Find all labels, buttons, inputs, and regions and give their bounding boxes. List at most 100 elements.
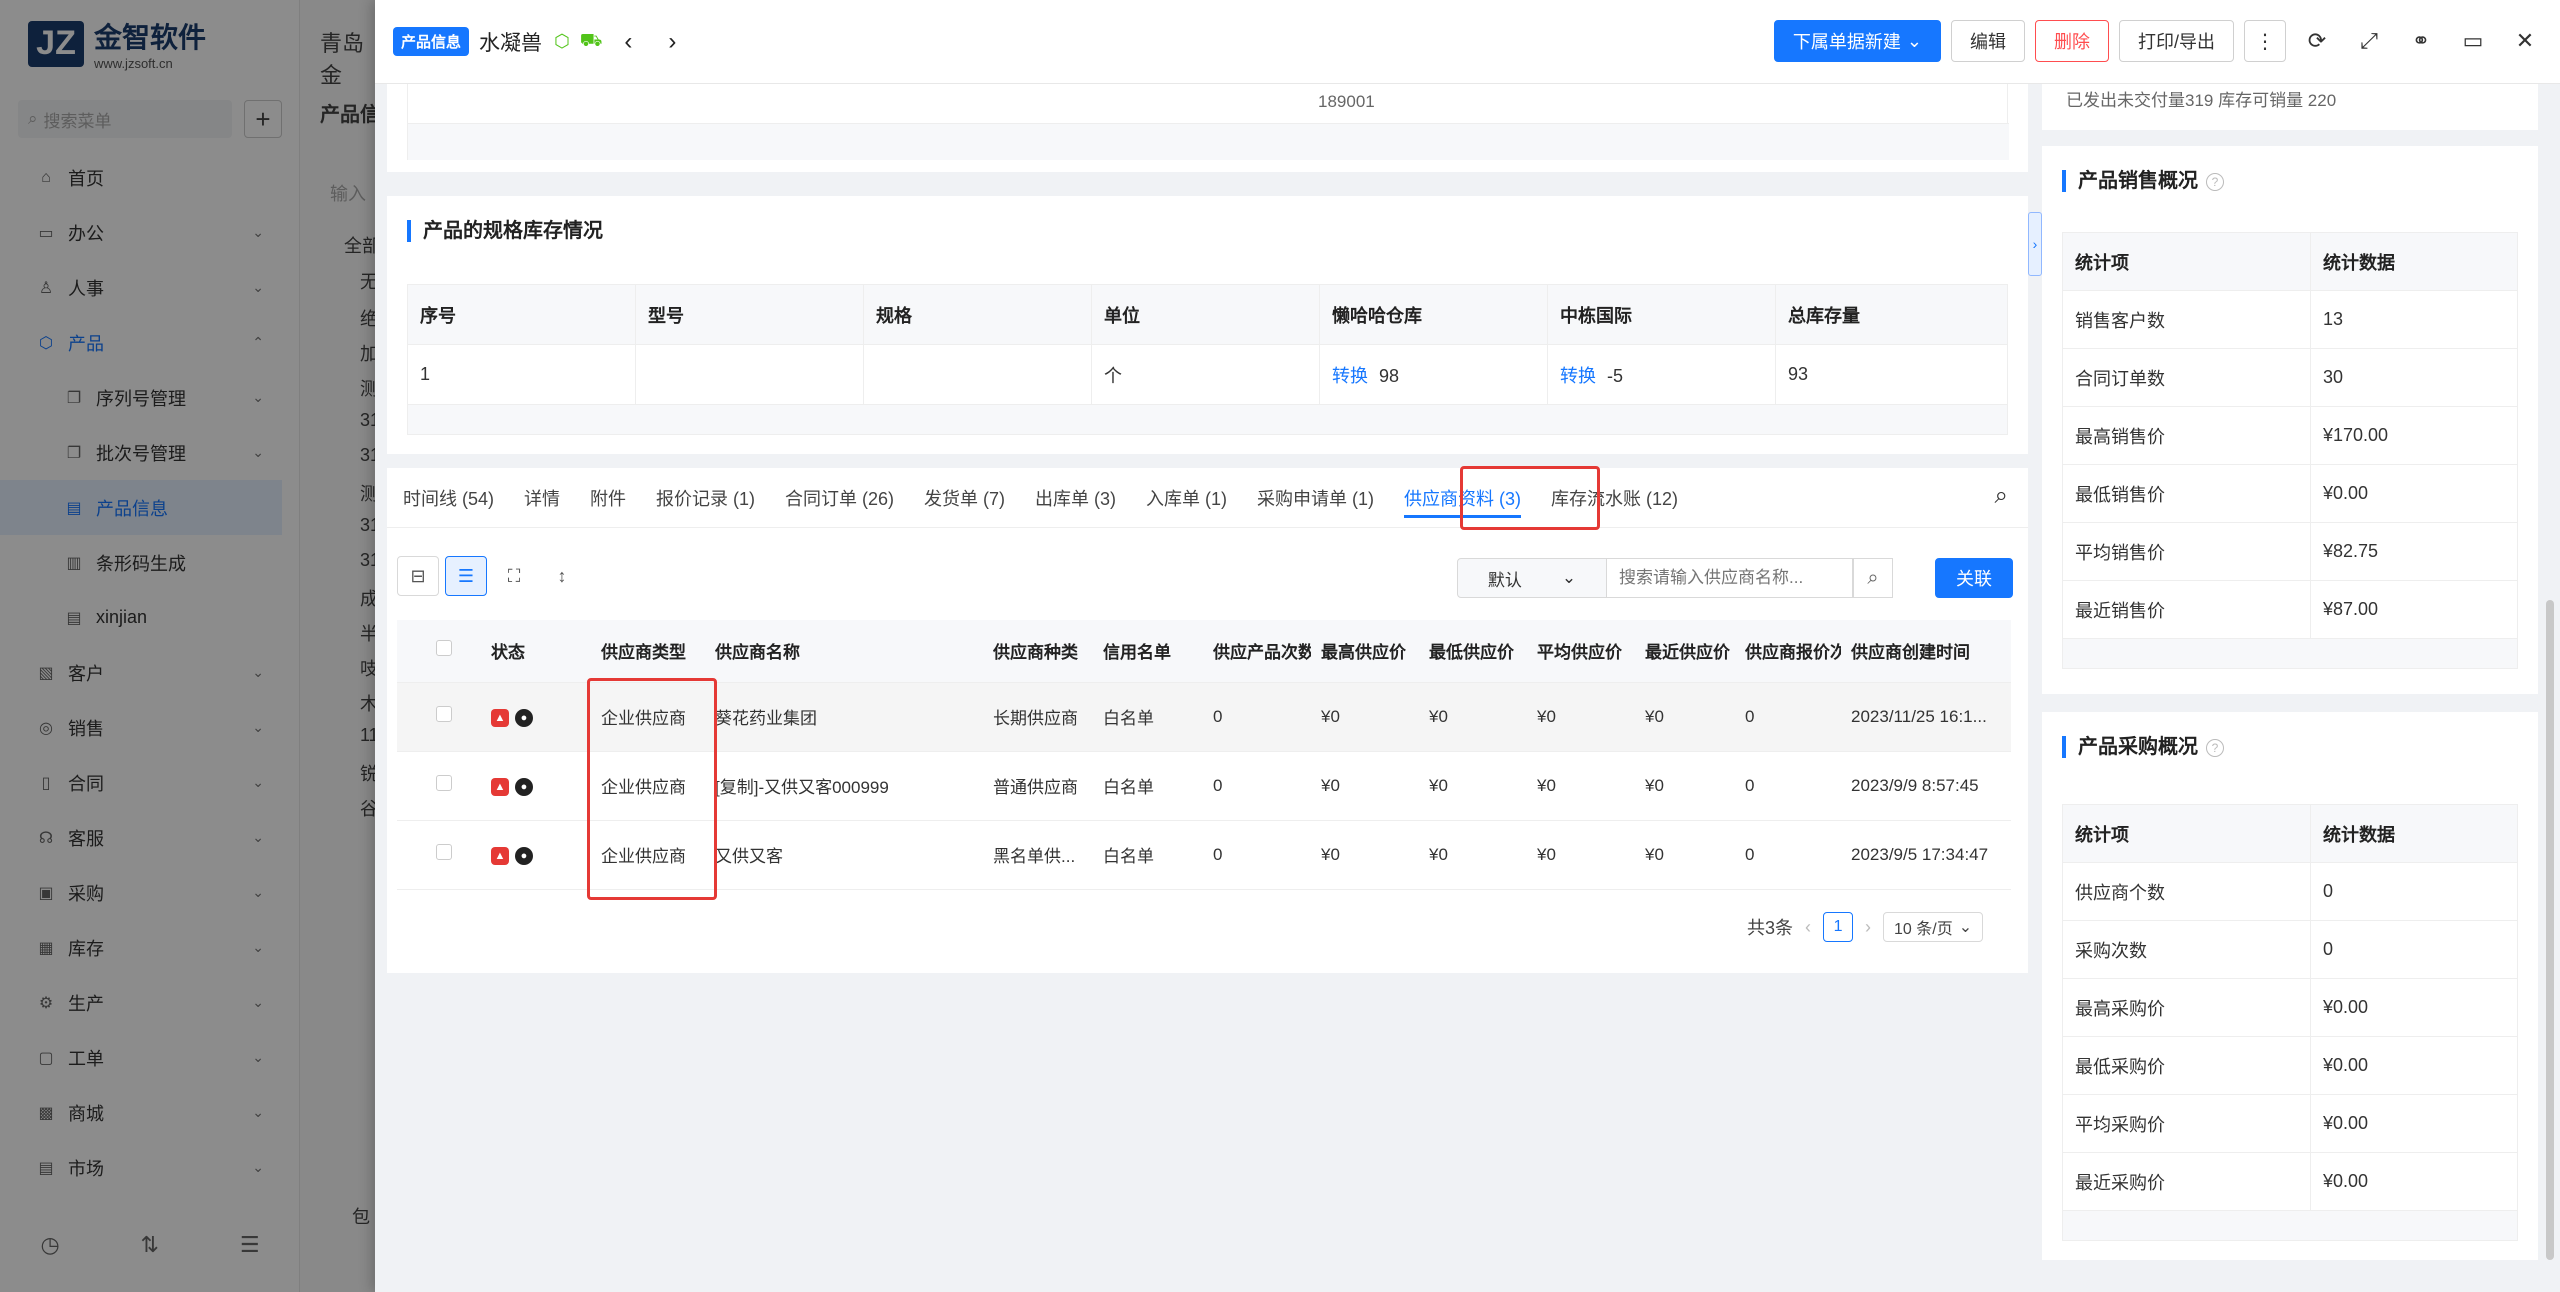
edit-button[interactable]: 编辑	[1950, 20, 2025, 62]
stat-value: ¥0.00	[2310, 1036, 2518, 1095]
page-size-value: 10 条/页	[1894, 921, 1953, 938]
spec-stock-header-row: 序号 型号 规格 单位 懒哈哈仓库 中栋国际 总库存量	[407, 284, 2008, 345]
table-row: 最高销售价 ¥170.00	[2062, 406, 2518, 465]
prev-record-icon[interactable]: ‹	[624, 28, 632, 56]
row-checkbox[interactable]	[397, 751, 481, 821]
col-header-stat-item: 统计项	[2062, 232, 2311, 291]
delete-button[interactable]: 删除	[2034, 20, 2109, 62]
stat-item: 最高销售价	[2062, 406, 2311, 465]
table-row: 最低销售价 ¥0.00	[2062, 464, 2518, 523]
link-supplier-button[interactable]: 关联	[1935, 558, 2013, 598]
scrolled-cell-value: 189001	[1318, 92, 1375, 111]
cell-no: 1	[407, 344, 636, 405]
convert-link-warehouse-1[interactable]: 转换	[1332, 366, 1368, 386]
chevron-down-icon: ⌄	[1561, 568, 1577, 587]
chevron-down-icon: ⌄	[1958, 919, 1973, 936]
highlight-box-supplier-type-column	[587, 678, 717, 900]
print-export-button[interactable]: 打印/导出	[2118, 20, 2234, 62]
stat-item: 平均采购价	[2062, 1094, 2311, 1153]
next-page-icon[interactable]: ›	[1865, 917, 1871, 938]
inventory-summary-card-partial: 已发出未交付量319 库存可销量 220	[2042, 84, 2538, 130]
cell-max-price: ¥0	[1311, 682, 1419, 752]
cell-avg-price: ¥0	[1527, 820, 1635, 890]
row-checkbox[interactable]	[397, 682, 481, 752]
drawer-scrollbar[interactable]	[2546, 600, 2554, 1260]
cell-supplier-kind: 普通供应商	[983, 751, 1093, 821]
cell-credit-list: 白名单	[1093, 751, 1203, 821]
stat-value: ¥0.00	[2310, 978, 2518, 1037]
stat-item: 最低销售价	[2062, 464, 2311, 523]
cell-unit: 个	[1091, 344, 1320, 405]
prev-page-icon[interactable]: ‹	[1805, 917, 1811, 938]
display-mode-icon[interactable]: ⊟	[397, 556, 439, 596]
cell-recent-price: ¥0	[1635, 820, 1735, 890]
cell-credit-list: 白名单	[1093, 682, 1203, 752]
tab-item[interactable]: 采购申请单 (1)	[1257, 468, 1374, 528]
spec-stock-table: 序号 型号 规格 单位 懒哈哈仓库 中栋国际 总库存量 1 个 转换 98 转换…	[407, 284, 2008, 435]
create-sub-document-button[interactable]: 下属单据新建 ⌄	[1773, 20, 1941, 62]
cell-created-time: 2023/9/5 17:34:47	[1841, 820, 2011, 890]
tabs-search-icon[interactable]: ⌕	[1995, 482, 2008, 510]
col-header-unit: 单位	[1091, 284, 1320, 345]
close-icon[interactable]: ✕	[2504, 20, 2546, 62]
cell-min-price: ¥0	[1419, 682, 1527, 752]
cube-icon: ⬡	[554, 31, 570, 51]
cell-max-price: ¥0	[1311, 820, 1419, 890]
col-header-created-time: 供应商创建时间	[1841, 620, 2011, 683]
user-status-icon: ●	[515, 778, 533, 796]
tab-item[interactable]: 合同订单 (26)	[785, 468, 894, 528]
warning-status-icon: ▲	[491, 778, 509, 796]
expand-view-icon[interactable]: ⛶	[493, 556, 535, 596]
sales-summary-title: 产品销售概况?	[2062, 170, 2224, 192]
table-row: 平均销售价 ¥82.75	[2062, 522, 2518, 581]
copy-link-icon[interactable]: ⚭	[2400, 20, 2442, 62]
tab-item[interactable]: 报价记录 (1)	[656, 468, 755, 528]
row-checkbox[interactable]	[397, 820, 481, 890]
collapse-panel-handle[interactable]: ›	[2028, 212, 2042, 276]
select-all-checkbox[interactable]	[397, 620, 481, 683]
tab-item[interactable]: 详情	[524, 468, 560, 528]
row-height-icon[interactable]: ↕	[541, 556, 583, 596]
convert-link-warehouse-2[interactable]: 转换	[1560, 366, 1596, 386]
fullscreen-icon[interactable]: ⤢	[2348, 20, 2390, 62]
cell-supplier-name: [复制]-又供又客000999	[705, 751, 983, 821]
more-actions-icon[interactable]: ⋮	[2244, 20, 2286, 62]
stat-value: ¥87.00	[2310, 580, 2518, 639]
col-header-min-price: 最低供应价	[1419, 620, 1527, 683]
page-size-select[interactable]: 10 条/页 ⌄	[1883, 912, 1984, 942]
window-mode-icon[interactable]: ▭	[2452, 20, 2494, 62]
table-row: 最近销售价 ¥87.00	[2062, 580, 2518, 639]
col-header-quote-count: 供应商报价次数	[1735, 620, 1841, 683]
supplier-search-input[interactable]	[1607, 558, 1853, 598]
col-header-max-price: 最高供应价	[1311, 620, 1419, 683]
col-header-spec: 规格	[863, 284, 1092, 345]
tab-item[interactable]: 入库单 (1)	[1146, 468, 1227, 528]
next-record-icon[interactable]: ›	[668, 28, 676, 56]
col-header-no: 序号	[407, 284, 636, 345]
tab-item[interactable]: 出库单 (3)	[1035, 468, 1116, 528]
cell-total: 93	[1775, 344, 2008, 405]
table-row: 1 个 转换 98 转换 -5 93	[407, 344, 2008, 405]
tab-item[interactable]: 发货单 (7)	[924, 468, 1005, 528]
tab-item[interactable]: 时间线 (54)	[403, 468, 494, 528]
cell-status: ▲ ●	[481, 820, 591, 890]
refresh-icon[interactable]: ⟳	[2296, 20, 2338, 62]
col-header-stat-item: 统计项	[2062, 804, 2311, 863]
cell-status: ▲ ●	[481, 682, 591, 752]
help-icon[interactable]: ?	[2206, 172, 2224, 191]
page-number-1[interactable]: 1	[1823, 912, 1854, 942]
supplier-search-icon[interactable]: ⌕	[1853, 558, 1893, 598]
list-view-icon[interactable]: ☰	[445, 556, 487, 596]
cell-max-price: ¥0	[1311, 751, 1419, 821]
filter-select[interactable]: 默认 ⌄	[1457, 558, 1607, 598]
spec-stock-card: 产品的规格库存情况 序号 型号 规格 单位 懒哈哈仓库 中栋国际 总库存量 1	[387, 196, 2028, 454]
col-header-stat-value: 统计数据	[2310, 232, 2518, 291]
purchase-summary-title: 产品采购概况?	[2062, 736, 2224, 758]
tab-item[interactable]: 附件	[590, 468, 626, 528]
user-status-icon: ●	[515, 847, 533, 865]
cell-min-price: ¥0	[1419, 820, 1527, 890]
help-icon[interactable]: ?	[2206, 738, 2224, 757]
stat-item: 平均销售价	[2062, 522, 2311, 581]
stat-value: 13	[2310, 290, 2518, 349]
cell-supply-count: 0	[1203, 682, 1311, 752]
